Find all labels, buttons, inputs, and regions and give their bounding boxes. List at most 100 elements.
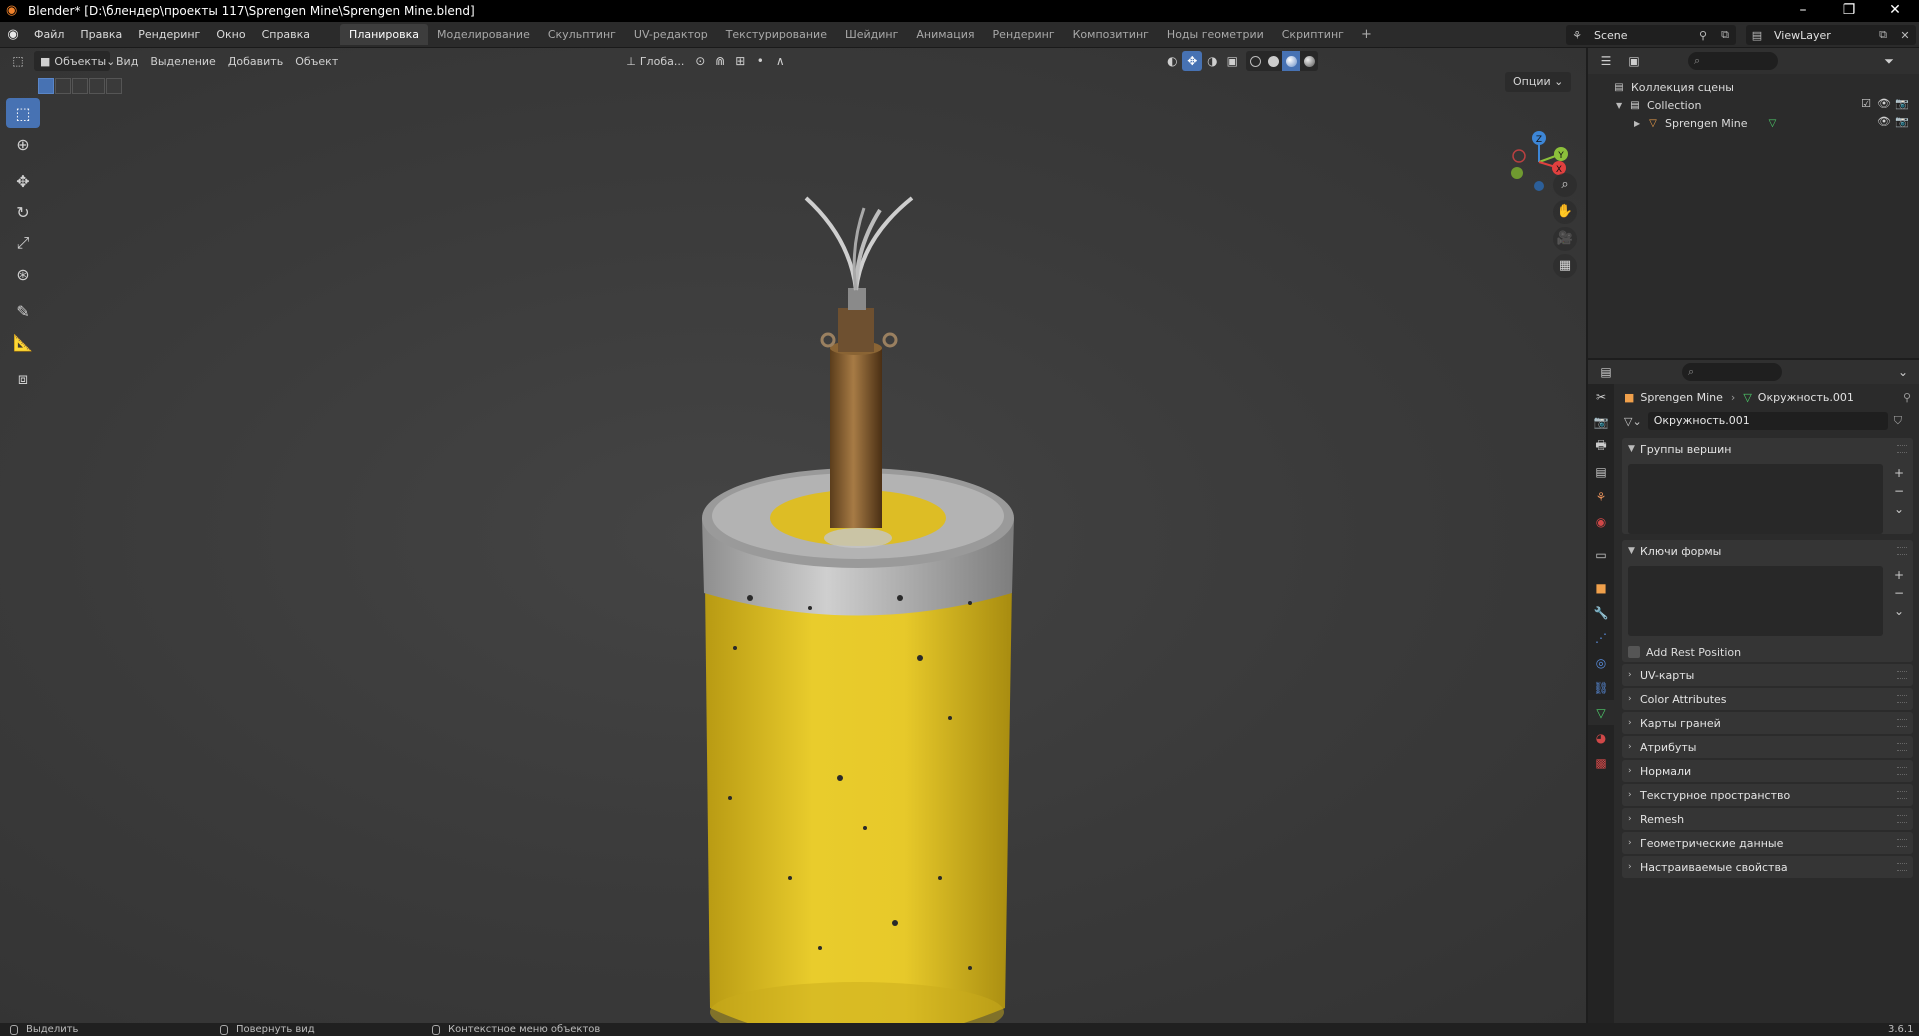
- drag-grip-icon[interactable]: [1897, 445, 1907, 453]
- panel-header-face-maps[interactable]: › Карты граней: [1622, 712, 1913, 734]
- shape-keys-list[interactable]: + − ⌄: [1628, 566, 1904, 636]
- overlay-icon[interactable]: ◑: [1202, 51, 1222, 71]
- properties-search-input[interactable]: ⌕: [1682, 363, 1782, 381]
- cursor-tool[interactable]: ⊕: [6, 129, 40, 159]
- viewlayer-selector[interactable]: ▤ ViewLayer ⧉ ✕: [1746, 25, 1916, 45]
- 3d-viewport[interactable]: ⬚ ■ Объекты ⌄ Вид Выделение Добавить Объ…: [0, 48, 1586, 1023]
- panel-header-normals[interactable]: › Нормали: [1622, 760, 1913, 782]
- eye-icon[interactable]: 👁: [1875, 115, 1893, 128]
- view-layer-tab-icon[interactable]: ▤: [1588, 459, 1614, 484]
- texture-tab-icon[interactable]: ▩: [1588, 750, 1614, 775]
- properties-editor-icon[interactable]: ▤: [1596, 362, 1616, 382]
- sprengen-mine-model[interactable]: [690, 178, 1020, 1023]
- drag-grip-icon[interactable]: [1897, 695, 1907, 703]
- add-icon[interactable]: +: [1889, 466, 1909, 484]
- panel-header-shape-keys[interactable]: ▼ Ключи формы: [1622, 540, 1913, 562]
- drag-grip-icon[interactable]: [1897, 815, 1907, 823]
- new-scene-icon[interactable]: ⧉: [1714, 28, 1736, 42]
- vertex-groups-list[interactable]: + − ⌄: [1628, 464, 1904, 534]
- scene-selector[interactable]: ⚘ Scene ⚲ ⧉: [1566, 25, 1736, 45]
- mesh-name-field[interactable]: Окружность.001: [1647, 412, 1888, 430]
- scene-name[interactable]: Scene: [1594, 29, 1628, 42]
- mesh-data-tab-icon[interactable]: ▽: [1588, 700, 1614, 725]
- snap-icon[interactable]: ⋒: [710, 51, 730, 71]
- measure-tool[interactable]: 📐: [6, 327, 40, 357]
- solid-shading-button[interactable]: [1264, 51, 1282, 71]
- tab-scripting[interactable]: Скриптинг: [1273, 24, 1353, 45]
- tab-animation[interactable]: Анимация: [907, 24, 983, 45]
- render-tab-icon[interactable]: 📷: [1588, 409, 1614, 434]
- neg-z-handle[interactable]: [1534, 181, 1544, 191]
- select-invert-button[interactable]: [89, 78, 105, 94]
- physics-tab-icon[interactable]: ◎: [1588, 650, 1614, 675]
- tab-modeling[interactable]: Моделирование: [428, 24, 539, 45]
- drag-grip-icon[interactable]: [1897, 863, 1907, 871]
- outliner-search-input[interactable]: ⌕: [1688, 52, 1778, 70]
- options-dropdown[interactable]: Опции ⌄: [1505, 72, 1572, 92]
- drag-grip-icon[interactable]: [1897, 547, 1907, 555]
- panel-header-custom-properties[interactable]: › Настраиваемые свойства: [1622, 856, 1913, 878]
- menu-edit[interactable]: Правка: [72, 28, 130, 41]
- world-tab-icon[interactable]: ◉: [1588, 509, 1614, 534]
- output-tab-icon[interactable]: 🖶: [1588, 434, 1614, 459]
- material-shading-button[interactable]: [1282, 51, 1301, 71]
- panel-header-color-attributes[interactable]: › Color Attributes: [1622, 688, 1913, 710]
- remove-viewlayer-icon[interactable]: ✕: [1894, 29, 1916, 42]
- drag-grip-icon[interactable]: [1897, 791, 1907, 799]
- mode-dropdown[interactable]: ■ Объекты ⌄: [34, 51, 115, 71]
- menu-file[interactable]: Файл: [26, 28, 72, 41]
- filter-icon[interactable]: ⏷: [1879, 51, 1899, 71]
- eye-icon[interactable]: 👁: [1875, 97, 1893, 110]
- menu-object[interactable]: Объект: [289, 51, 344, 71]
- collection-tab-icon[interactable]: ▭: [1588, 542, 1614, 567]
- neg-x-handle[interactable]: [1512, 149, 1526, 163]
- expand-arrow-icon[interactable]: ▼: [1616, 101, 1628, 110]
- maximize-button[interactable]: ❐: [1826, 0, 1872, 22]
- tab-uv-editing[interactable]: UV-редактор: [625, 24, 717, 45]
- select-box-tool[interactable]: ⬚: [6, 98, 40, 128]
- add-rest-position-row[interactable]: Add Rest Position: [1622, 642, 1913, 662]
- panel-header-attributes[interactable]: › Атрибуты: [1622, 736, 1913, 758]
- new-viewlayer-icon[interactable]: ⧉: [1872, 28, 1894, 42]
- move-tool[interactable]: ✥: [6, 166, 40, 196]
- chevron-down-icon[interactable]: ⌄: [1893, 362, 1913, 382]
- close-button[interactable]: ✕: [1872, 0, 1918, 22]
- remove-icon[interactable]: −: [1889, 586, 1909, 604]
- select-extend-button[interactable]: [55, 78, 71, 94]
- annotate-tool[interactable]: ✎: [6, 296, 40, 326]
- panel-header-vertex-groups[interactable]: ▼ Группы вершин: [1622, 438, 1913, 460]
- particles-tab-icon[interactable]: ⋰: [1588, 625, 1614, 650]
- expand-arrow-icon[interactable]: ▶: [1634, 119, 1646, 128]
- render-camera-icon[interactable]: 📷: [1893, 97, 1911, 110]
- tab-compositing[interactable]: Композитинг: [1064, 24, 1158, 45]
- mesh-browse-icon[interactable]: ▽⌄: [1624, 415, 1642, 428]
- render-camera-icon[interactable]: 📷: [1893, 115, 1911, 128]
- select-subtract-button[interactable]: [72, 78, 88, 94]
- rotate-tool[interactable]: ↻: [6, 197, 40, 227]
- tree-object-sprengen-mine[interactable]: ▶ ▽ Sprengen Mine ▽ 👁 📷: [1588, 114, 1919, 132]
- tab-texture-paint[interactable]: Текстурирование: [717, 24, 836, 45]
- transform-tool[interactable]: ⊛: [6, 259, 40, 289]
- visibility-icon[interactable]: ◐: [1162, 51, 1182, 71]
- zoom-icon[interactable]: ⌕: [1553, 173, 1577, 197]
- exclude-checkbox[interactable]: ☑: [1857, 97, 1875, 110]
- select-intersect-button[interactable]: [106, 78, 122, 94]
- camera-view-icon[interactable]: 🎥: [1553, 227, 1577, 251]
- tab-sculpting[interactable]: Скульптинг: [539, 24, 625, 45]
- modifier-tab-icon[interactable]: 🔧: [1588, 600, 1614, 625]
- drag-grip-icon[interactable]: [1897, 767, 1907, 775]
- object-tab-icon[interactable]: ■: [1588, 575, 1614, 600]
- menu-render[interactable]: Рендеринг: [130, 28, 208, 41]
- menu-add[interactable]: Добавить: [222, 51, 289, 71]
- chevron-down-icon[interactable]: ⌄: [1889, 604, 1909, 622]
- fake-user-icon[interactable]: ⛉: [1894, 414, 1902, 428]
- tree-scene-collection[interactable]: ▤ Коллекция сцены: [1588, 78, 1919, 96]
- panel-header-texture-space[interactable]: › Текстурное пространство: [1622, 784, 1913, 806]
- minimize-button[interactable]: –: [1780, 0, 1826, 22]
- panel-header-uv-maps[interactable]: › UV-карты: [1622, 664, 1913, 686]
- gizmo-toggle-icon[interactable]: ✥: [1182, 51, 1203, 71]
- blender-menu-icon[interactable]: ◉: [0, 27, 26, 42]
- pan-hand-icon[interactable]: ✋: [1553, 200, 1577, 224]
- proportional-edit-icon[interactable]: •: [750, 51, 770, 71]
- add-icon[interactable]: +: [1889, 568, 1909, 586]
